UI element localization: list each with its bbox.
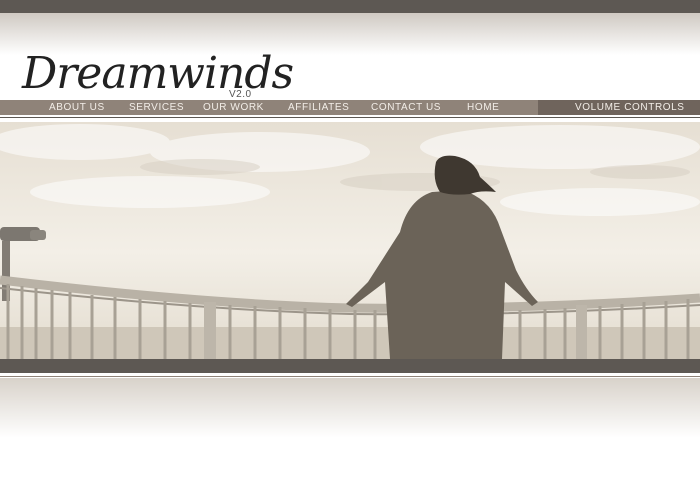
- top-bar: [0, 0, 700, 13]
- volume-controls[interactable]: VOLUME CONTROLS: [538, 100, 700, 115]
- logo-version: V2.0: [229, 89, 252, 100]
- landscape: [0, 327, 700, 359]
- hero-photo: [0, 122, 700, 359]
- bottom-divider-line: [0, 376, 700, 377]
- divider-line: [0, 117, 700, 118]
- nav-our-work[interactable]: OUR WORK: [203, 100, 264, 115]
- bottom-bar: [0, 359, 700, 373]
- logo[interactable]: Dreamwinds: [22, 52, 294, 96]
- nav-about-us[interactable]: ABOUT US: [49, 100, 105, 115]
- volume-controls-label[interactable]: VOLUME CONTROLS: [575, 100, 685, 115]
- main-nav: ABOUT US SERVICES OUR WORK AFFILIATES CO…: [0, 100, 700, 115]
- hero-photo-illustration: [0, 122, 700, 359]
- nav-affiliates[interactable]: AFFILIATES: [288, 100, 349, 115]
- bottom-gradient: [0, 378, 700, 438]
- nav-contact-us[interactable]: CONTACT US: [371, 100, 441, 115]
- nav-home[interactable]: HOME: [467, 100, 499, 115]
- nav-services[interactable]: SERVICES: [129, 100, 184, 115]
